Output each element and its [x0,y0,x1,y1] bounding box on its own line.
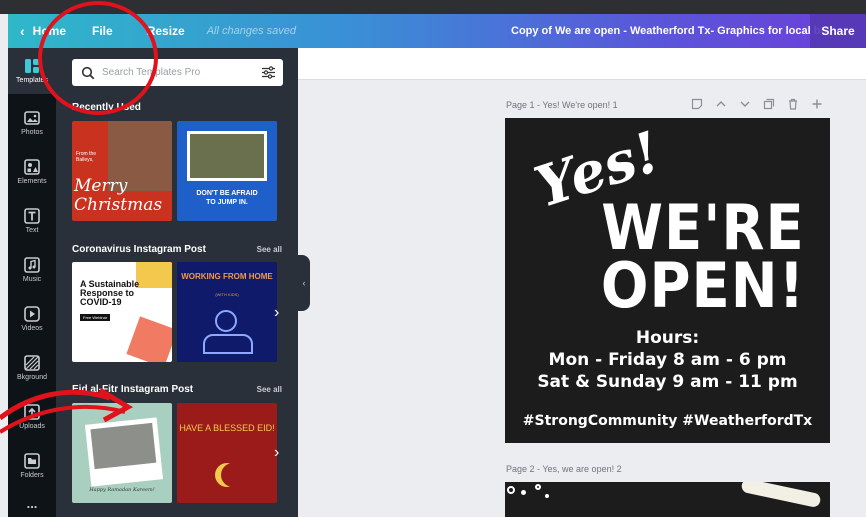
template-thumb-jump[interactable]: DON'T BE AFRAID TO JUMP IN. [177,121,277,221]
decor-dot [545,494,549,498]
rail-item-text[interactable]: Text [8,198,56,244]
trash-icon[interactable] [786,97,800,111]
canvas-toolbar [298,48,866,80]
section-title-coronavirus: Coronavirus Instagram Post [72,244,206,255]
poster-hours-title[interactable]: Hours: [505,328,830,348]
search-icon [81,66,95,79]
search-input[interactable] [102,67,252,78]
rail-label: Elements [17,178,47,185]
search-bar [72,59,283,86]
decor-dot [535,484,541,490]
folders-icon [24,453,40,469]
collapse-panel-button[interactable]: ‹ [298,255,310,311]
text-icon [24,208,40,224]
page-1-label[interactable]: Page 1 - Yes! We're open! 1 [506,100,618,110]
filter-icon[interactable] [261,65,276,80]
see-all-eid[interactable]: See all [257,385,282,394]
template-thumb-eid-blessed[interactable]: HAVE A BLESSED EID! [177,403,277,503]
rail-item-elements[interactable]: Elements [8,149,56,195]
rail-item-folders[interactable]: Folders [8,443,56,489]
document-title[interactable]: Copy of We are open - Weatherford Tx- Gr… [511,25,836,37]
poster-hashtags[interactable]: #StrongCommunity #WeatherfordTx [505,413,830,429]
top-toolbar: ‹ Home File Resize All changes saved Cop… [8,14,866,48]
design-page-2[interactable] [505,482,830,517]
thumb-text: DON'T BE AFRAID TO JUMP IN. [196,190,258,206]
rail-label: Photos [21,129,43,136]
rail-item-videos[interactable]: Videos [8,296,56,342]
page-2-label[interactable]: Page 2 - Yes, we are open! 2 [506,464,622,474]
thumb-text: A Sustainable Response to COVID-19 [80,279,140,307]
next-arrow-eid[interactable]: › [274,444,279,462]
decor-dot [521,490,526,495]
chevron-left-icon: ‹ [20,23,25,39]
template-thumb-eid-photo[interactable]: Happy Ramadan Kareem! [72,403,172,503]
rail-label: Bkground [17,374,47,381]
templates-panel: Recently Used From the Baileys, Merry Ch… [56,48,298,517]
home-label: Home [32,24,67,38]
background-icon [24,355,40,371]
rail-label: Music [22,276,42,283]
rail-label: Uploads [19,423,45,430]
rail-label: Text [25,227,39,234]
file-menu-button[interactable]: File [92,24,113,38]
uploads-icon [24,404,40,420]
plus-icon[interactable] [810,97,824,111]
elements-icon [24,159,40,175]
top-strip [0,0,866,14]
chevron-down-icon[interactable] [738,97,752,111]
thumb-shape [215,310,237,332]
rail-item-music[interactable]: Music [8,247,56,293]
videos-icon [24,306,40,322]
save-status: All changes saved [206,25,296,37]
share-button[interactable]: Share [810,14,866,48]
decor-brush [740,482,822,509]
thumb-shape [126,316,172,362]
rail-label: Folders [20,472,44,479]
poster-hours-weekday[interactable]: Mon - Friday 8 am - 6 pm [505,350,830,370]
thumb-shape [203,334,253,354]
thumb-text: Merry Christmas [74,176,163,215]
section-title-recently-used: Recently Used [72,102,141,113]
rail-item-background[interactable]: Bkground [8,345,56,391]
thumb-text: (WITH KIDS) [215,292,239,297]
rail-item-templates[interactable]: Templates [8,48,56,94]
see-all-coronavirus[interactable]: See all [257,245,282,254]
rail-label: Templates [16,77,48,84]
poster-hours-weekend[interactable]: Sat & Sunday 9 am - 11 pm [505,372,830,392]
template-thumb-covid[interactable]: A Sustainable Response to COVID-19 Free … [72,262,172,362]
template-thumb-wfh[interactable]: WORKING FROM HOME (WITH KIDS) [177,262,277,362]
thumb-photo [187,131,267,181]
note-icon[interactable] [690,97,704,111]
decor-dot [507,486,515,494]
resize-button[interactable]: Resize [147,24,185,38]
home-button[interactable]: ‹ Home [20,23,66,39]
thumb-text: Happy Ramadan Kareem! [89,487,155,493]
templates-icon [24,58,40,74]
more-apps-button[interactable]: ... [8,488,56,517]
rail-label: Videos [21,325,43,332]
design-page-1[interactable]: Yes! WE'RE OPEN! Hours: Mon - Friday 8 a… [505,118,830,443]
template-thumb-christmas[interactable]: From the Baileys, Merry Christmas [72,121,172,221]
thumb-photo [90,422,157,470]
rail-item-photos[interactable]: Photos [8,100,56,146]
thumb-frame [84,417,164,487]
duplicate-icon[interactable] [762,97,776,111]
thumb-text: Free Webinar [80,314,111,321]
poster-open-text[interactable]: OPEN! [583,250,823,323]
page-tools [690,97,824,111]
rail-item-uploads[interactable]: Uploads [8,394,56,440]
photos-icon [24,110,40,126]
side-rail: Templates Photos Elements Text Music Vid… [8,48,56,517]
moon-icon [221,463,245,487]
next-arrow-coronavirus[interactable]: › [274,304,279,322]
section-title-eid: Eid al-Fitr Instagram Post [72,384,194,395]
thumb-text: WORKING FROM HOME [181,272,273,281]
chevron-up-icon[interactable] [714,97,728,111]
music-icon [24,257,40,273]
canva-editor: ‹ Home File Resize All changes saved Cop… [0,0,866,517]
thumb-text: HAVE A BLESSED EID! [179,423,275,433]
thumb-text: From the Baileys, [76,151,97,163]
